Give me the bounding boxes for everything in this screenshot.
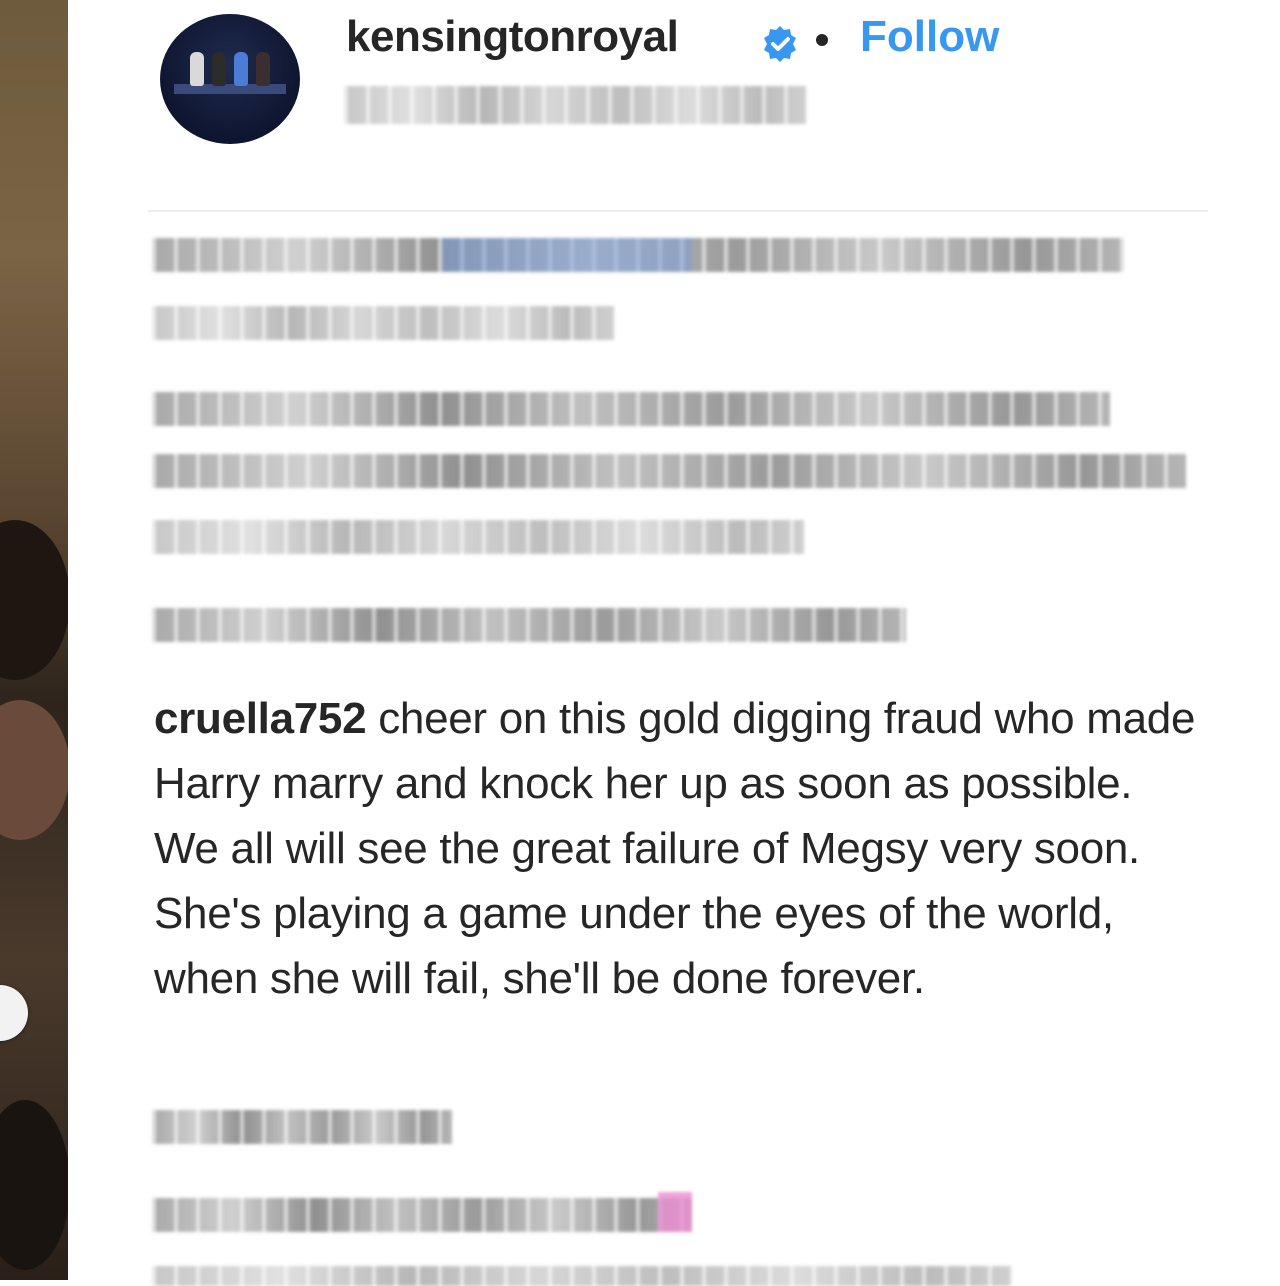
pixelated-reply-line: [152, 1110, 452, 1144]
pixelated-comment-line: [152, 392, 1110, 426]
background-photo-strip: [0, 0, 68, 1280]
pixelated-comment-line: [152, 608, 906, 642]
highlighted-comment: cruella752 cheer on this gold digging fr…: [154, 686, 1204, 1011]
carousel-prev-button[interactable]: [0, 985, 28, 1041]
comment-username[interactable]: cruella752: [154, 694, 367, 743]
photo-detail: [0, 520, 68, 680]
pixelated-location: [344, 86, 806, 124]
account-username[interactable]: kensingtonroyal: [346, 12, 679, 62]
pixelated-comment-line: [152, 306, 614, 340]
avatar-figure: [190, 52, 204, 86]
avatar-figure: [212, 52, 226, 86]
photo-detail: [0, 700, 68, 840]
avatar-figure: [234, 52, 248, 86]
pixelated-comment-line: [152, 520, 804, 554]
header-divider: [148, 210, 1208, 212]
profile-avatar[interactable]: [160, 14, 300, 144]
verified-badge-icon: [764, 26, 796, 62]
pixelated-comment-line: [152, 238, 1124, 272]
photo-detail: [0, 1100, 68, 1270]
instagram-post-card: kensingtonroyal Follow cruella752 cheer …: [68, 0, 1280, 1286]
pixelated-comment-line: [152, 454, 1186, 488]
avatar-figure: [256, 52, 270, 86]
pixelated-reply-line: [152, 1266, 1012, 1286]
pixelated-reply-line: [152, 1192, 692, 1232]
follow-button[interactable]: Follow: [860, 12, 999, 62]
separator-dot: [816, 34, 828, 46]
